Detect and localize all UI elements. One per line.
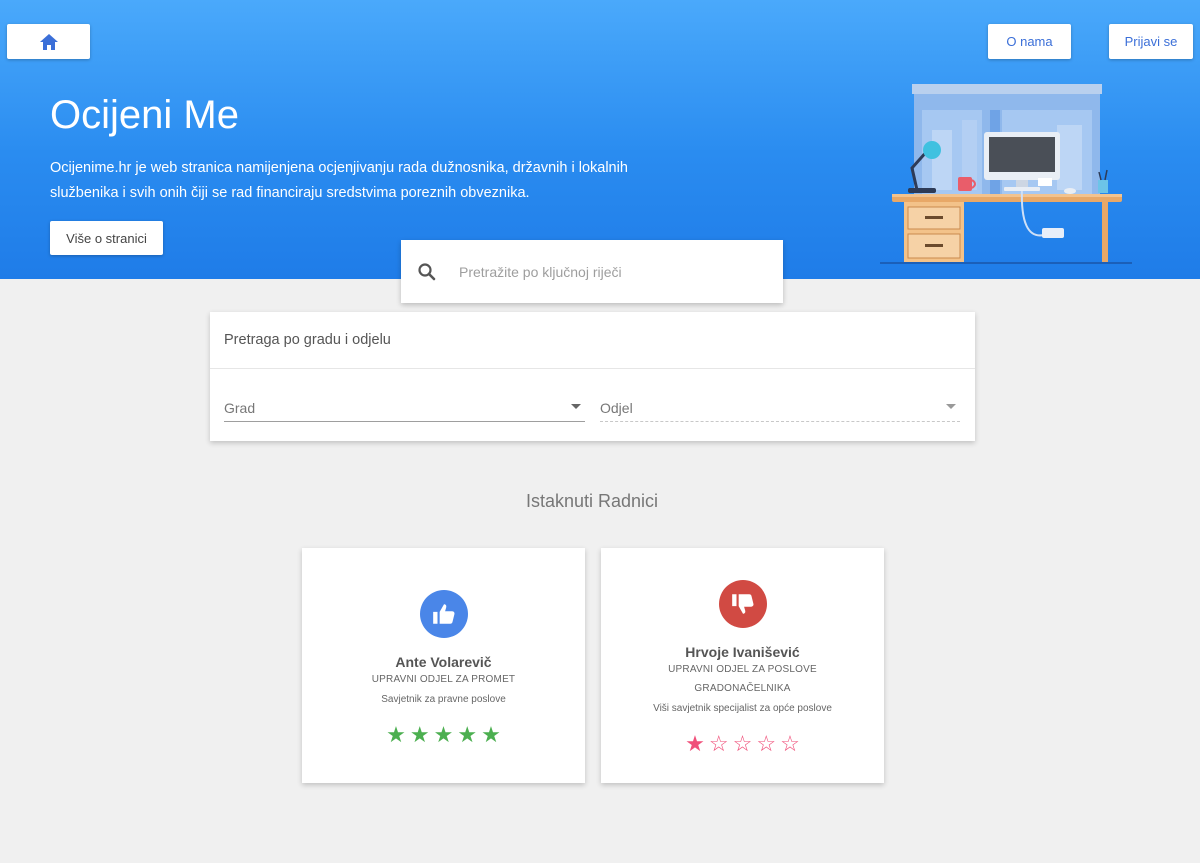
star-empty-icon: ☆ bbox=[708, 731, 729, 756]
search-input[interactable] bbox=[459, 260, 759, 284]
employee-role: Savjetnik za pravne poslove bbox=[381, 694, 506, 705]
star-rating: ★ ★ ★ ★ ★ bbox=[302, 724, 585, 746]
employee-card[interactable]: Ante Volarevič UPRAVNI ODJEL ZA PROMET S… bbox=[302, 548, 585, 783]
star-empty-icon: ☆ bbox=[780, 731, 800, 756]
featured-section-title: Istaknuti Radnici bbox=[525, 491, 659, 511]
city-select[interactable]: Grad bbox=[224, 396, 585, 422]
hero-banner: O nama Prijavi se Ocijeni Me Ocijenime.h… bbox=[0, 0, 1200, 279]
chevron-down-icon bbox=[946, 404, 956, 409]
city-department-filter-card: Pretraga po gradu i odjelu Grad Odjel bbox=[210, 312, 975, 441]
star-filled-icon: ★ bbox=[409, 722, 430, 747]
more-about-site-button[interactable]: Više o stranici bbox=[50, 221, 163, 255]
desk-illustration bbox=[880, 84, 1132, 264]
employee-role: Viši savjetnik specijalist za opće poslo… bbox=[653, 703, 832, 714]
page-title: Ocijeni Me bbox=[50, 93, 239, 137]
thumbs-up-icon bbox=[420, 590, 468, 638]
search-icon bbox=[418, 263, 436, 281]
star-rating: ★ ☆ ☆ ☆ ☆ bbox=[601, 733, 884, 755]
city-select-label: Grad bbox=[224, 400, 256, 416]
divider bbox=[210, 368, 975, 369]
star-filled-icon: ★ bbox=[433, 722, 454, 747]
star-empty-icon: ☆ bbox=[756, 731, 777, 756]
hero-description: Ocijenime.hr je web stranica namijenjena… bbox=[50, 160, 628, 201]
star-filled-icon: ★ bbox=[685, 731, 705, 756]
employee-department: UPRAVNI ODJEL ZA PROMET bbox=[371, 674, 516, 685]
department-select-label: Odjel bbox=[600, 400, 633, 416]
employee-card[interactable]: Hrvoje Ivanišević UPRAVNI ODJEL ZA POSLO… bbox=[601, 548, 884, 783]
star-empty-icon: ☆ bbox=[732, 731, 753, 756]
employee-department: UPRAVNI ODJEL ZA POSLOVE GRADONAČELNIKA bbox=[668, 664, 817, 694]
filter-title: Pretraga po gradu i odjelu bbox=[224, 332, 391, 348]
chevron-down-icon bbox=[571, 404, 581, 409]
home-button[interactable] bbox=[7, 24, 90, 59]
employee-name: Ante Volarevič bbox=[395, 654, 492, 670]
star-filled-icon: ★ bbox=[481, 722, 501, 747]
about-button[interactable]: O nama bbox=[988, 24, 1071, 59]
thumbs-down-icon bbox=[719, 580, 767, 628]
employee-name: Hrvoje Ivanišević bbox=[685, 644, 800, 660]
star-filled-icon: ★ bbox=[457, 722, 478, 747]
department-select[interactable]: Odjel bbox=[600, 396, 960, 422]
star-filled-icon: ★ bbox=[386, 722, 406, 747]
home-icon bbox=[39, 33, 58, 50]
keyword-search-box bbox=[401, 240, 783, 303]
login-button[interactable]: Prijavi se bbox=[1109, 24, 1193, 59]
